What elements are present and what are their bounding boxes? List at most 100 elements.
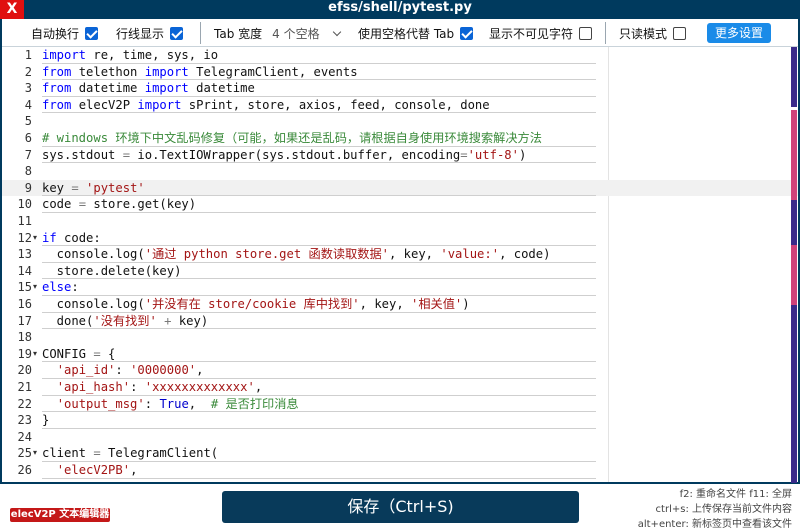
code-text: key = 'pytest': [42, 180, 145, 195]
code-line[interactable]: 4 from elecV2P import sPrint, store, axio…: [2, 97, 798, 114]
code-line[interactable]: 13 console.log('通过 python store.get 函数读取…: [2, 246, 798, 263]
auto-wrap-option[interactable]: 自动换行: [31, 19, 99, 47]
code-text: store.delete(key): [42, 263, 182, 278]
show-invisibles-label: 显示不可见字符: [489, 26, 574, 41]
code-line[interactable]: 26 'elecV2PB',: [2, 462, 798, 479]
shortcut-hint: f2: 重命名文件 f11: 全屏: [679, 489, 792, 500]
line-numbers-label: 行线显示: [116, 26, 165, 41]
code-line[interactable]: 12 ▾ if code:: [2, 230, 798, 247]
title-bar: efss/shell/pytest.py X: [0, 0, 800, 19]
line-number: 26: [17, 463, 32, 477]
read-only-checkbox[interactable]: [673, 26, 687, 40]
code-text: from telethon import TelegramClient, eve…: [42, 64, 358, 79]
code-text: 'output_msg': True, # 是否打印消息: [56, 396, 299, 411]
more-settings-button[interactable]: 更多设置: [707, 23, 771, 43]
scroll-marker: [791, 110, 797, 200]
tab-width-select[interactable]: 4 个空格: [268, 24, 344, 42]
code-text: client = TelegramClient(: [42, 446, 219, 461]
line-number: 22: [17, 396, 32, 411]
line-number: 9: [24, 180, 32, 195]
line-number: 11: [17, 214, 32, 228]
shortcut-hints: f2: 重命名文件 f11: 全屏 ctrl+s: 上传保存当前文件内容 alt…: [638, 487, 792, 532]
code-line[interactable]: 2 from telethon import TelegramClient, ev…: [2, 64, 798, 81]
toolbar-divider: [605, 22, 606, 44]
code-line[interactable]: 11: [2, 213, 798, 230]
code-line[interactable]: 25 ▾ client = TelegramClient(: [2, 445, 798, 462]
code-line[interactable]: 9 key = 'pytest': [2, 179, 798, 197]
code-line[interactable]: 7 sys.stdout = io.TextIOWrapper(sys.stdou…: [2, 147, 798, 164]
code-line[interactable]: 20 'api_id': '0000000',: [2, 362, 798, 379]
code-line[interactable]: 14 store.delete(key): [2, 263, 798, 280]
code-text: 'elecV2PB',: [56, 463, 138, 477]
line-number: 24: [17, 429, 32, 444]
auto-wrap-label: 自动换行: [31, 26, 80, 41]
code-line[interactable]: 8: [2, 163, 798, 180]
window-title: efss/shell/pytest.py: [328, 0, 472, 15]
code-line[interactable]: 5: [2, 113, 798, 130]
code-text: from datetime import datetime: [42, 81, 255, 96]
line-number: 4: [24, 97, 32, 112]
close-button[interactable]: X: [0, 0, 24, 19]
code-line[interactable]: 24: [2, 429, 798, 446]
fold-toggle-icon[interactable]: ▾: [33, 445, 37, 462]
line-number: 3: [24, 81, 32, 96]
line-underline: [42, 477, 596, 479]
code-line[interactable]: 21 'api_hash': 'xxxxxxxxxxxxx',: [2, 379, 798, 396]
code-line[interactable]: 3 from datetime import datetime: [2, 80, 798, 97]
code-text: code = store.get(key): [42, 197, 197, 212]
line-number: 2: [24, 64, 32, 79]
editor-toolbar: 自动换行 行线显示 Tab 宽度 4 个空格 使用空格代替 Tab 显示不可见字…: [2, 19, 798, 47]
code-text: console.log('并没有在 store/cookie 库中找到', ke…: [42, 297, 470, 311]
scroll-marker: [791, 200, 797, 245]
code-line[interactable]: 23}: [2, 412, 798, 429]
code-line[interactable]: 1 import re, time, sys, io: [2, 47, 798, 64]
line-number: 18: [17, 330, 32, 345]
code-line[interactable]: 6 # windows 环境下中文乱码修复（可能，如果还是乱码，请根据自身使用环境…: [2, 130, 798, 147]
code-line[interactable]: 17 done('没有找到' + key): [2, 313, 798, 330]
code-text: from elecV2P import sPrint, store, axios…: [42, 97, 490, 112]
line-number: 7: [24, 147, 32, 162]
fold-toggle-icon[interactable]: ▾: [33, 230, 37, 247]
use-spaces-label: 使用空格代替 Tab: [358, 26, 455, 41]
use-spaces-option[interactable]: 使用空格代替 Tab: [358, 19, 474, 47]
show-invisibles-checkbox[interactable]: [579, 26, 593, 40]
fold-toggle-icon[interactable]: ▾: [33, 279, 37, 296]
code-text: }: [42, 413, 50, 428]
line-numbers-checkbox[interactable]: [170, 26, 184, 40]
code-text: # windows 环境下中文乱码修复（可能，如果还是乱码，请根据自身使用环境搜…: [42, 131, 542, 145]
save-button[interactable]: 保存（Ctrl+S): [222, 491, 579, 523]
line-number: 10: [17, 197, 32, 212]
code-text: 'api_hash': 'xxxxxxxxxxxxx',: [56, 380, 263, 394]
tab-width-label: Tab 宽度: [214, 26, 263, 41]
code-text: done('没有找到' + key): [42, 313, 209, 328]
use-spaces-checkbox[interactable]: [460, 26, 474, 40]
line-number: 16: [17, 297, 32, 311]
tab-width-option[interactable]: Tab 宽度 4 个空格: [214, 19, 344, 47]
tab-width-value: 4 个空格: [272, 26, 320, 41]
code-editor[interactable]: 1 import re, time, sys, io 2 from telethon …: [2, 47, 798, 482]
shortcut-hint: alt+enter: 新标签页中查看该文件: [637, 519, 792, 530]
line-number: 1: [24, 48, 32, 62]
scroll-marker: [791, 245, 797, 305]
line-numbers-option[interactable]: 行线显示: [116, 19, 184, 47]
line-number: 8: [24, 164, 32, 179]
code-text: sys.stdout = io.TextIOWrapper(sys.stdout…: [42, 147, 527, 162]
line-number: 23: [17, 413, 32, 428]
code-line[interactable]: 15 ▾ else:: [2, 279, 798, 296]
code-line[interactable]: 19 ▾ CONFIG = {: [2, 346, 798, 363]
code-line[interactable]: 10 code = store.get(key): [2, 196, 798, 213]
app-logo: elecV2P 文本编辑器: [10, 508, 110, 522]
code-line[interactable]: 16 console.log('并没有在 store/cookie 库中找到',…: [2, 296, 798, 313]
code-text: console.log('通过 python store.get 函数读取数据'…: [42, 247, 551, 262]
code-text: else:: [42, 280, 79, 295]
code-line[interactable]: 18: [2, 329, 798, 346]
code-text: CONFIG = {: [42, 346, 116, 361]
read-only-option[interactable]: 只读模式: [619, 19, 687, 47]
code-text: 'api_id': '0000000',: [56, 363, 204, 378]
code-line[interactable]: 22 'output_msg': True, # 是否打印消息: [2, 396, 798, 413]
fold-toggle-icon[interactable]: ▾: [33, 346, 37, 363]
auto-wrap-checkbox[interactable]: [85, 26, 99, 40]
code-text: import re, time, sys, io: [42, 48, 219, 62]
show-invisibles-option[interactable]: 显示不可见字符: [489, 19, 593, 47]
read-only-label: 只读模式: [619, 26, 668, 41]
